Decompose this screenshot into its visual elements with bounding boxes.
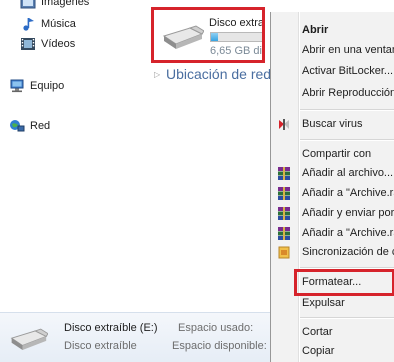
removable-drive-icon — [10, 328, 48, 350]
details-used-space-label: Espacio usado: — [178, 322, 254, 334]
nav-item-music[interactable]: Música — [20, 16, 76, 32]
nav-item-network[interactable]: Red — [9, 118, 50, 134]
expand-arrow-icon[interactable]: ▷ — [154, 70, 160, 79]
menu-item-share-with[interactable]: Compartir con — [271, 145, 394, 165]
antivirus-icon — [279, 119, 289, 130]
menu-separator — [300, 139, 394, 141]
winrar-icon — [278, 187, 290, 200]
nav-item-pictures[interactable]: Imágenes — [20, 0, 89, 10]
menu-item-label: Sincronización de carpetas compartidas — [302, 246, 394, 258]
menu-item-label: Cortar — [302, 326, 333, 338]
network-icon — [10, 120, 25, 132]
nav-item-label: Equipo — [30, 80, 65, 92]
menu-item-open[interactable]: Abrir — [271, 21, 394, 41]
nav-item-label: Imágenes — [41, 0, 90, 8]
pictures-icon — [20, 0, 36, 9]
computer-icon — [10, 79, 24, 93]
menu-item-label: Añadir al archivo... — [302, 167, 394, 179]
menu-item-label: Abrir en una ventana nueva — [302, 44, 394, 56]
nav-item-label: Música — [41, 18, 76, 30]
menu-item-add-rar-and-email[interactable]: Añadir a "Archive.rar" y enviar por emai… — [271, 224, 394, 244]
format-highlight-box — [294, 269, 394, 296]
drive-usage-fill — [211, 33, 218, 41]
menu-item-label: Añadir y enviar por email... — [302, 207, 394, 219]
menu-item-label: Abrir — [302, 24, 329, 36]
menu-item-label: Añadir a "Archive.rar" — [302, 187, 394, 199]
drive-usage-bar — [210, 32, 262, 42]
menu-item-cut[interactable]: Cortar — [271, 323, 394, 343]
menu-item-add-to-archive-rar[interactable]: Añadir a "Archive.rar" — [271, 184, 394, 204]
menu-item-scan-virus[interactable]: Buscar virus — [271, 115, 394, 135]
section-heading-network-location: Ubicación de red — [166, 66, 272, 82]
drive-free-space: 6,65 GB disponibles — [210, 45, 262, 57]
menu-item-label: Compartir con — [302, 148, 372, 160]
music-icon — [23, 18, 34, 31]
details-pane: Disco extraíble (E:) Disco extraíble Esp… — [0, 312, 270, 362]
nav-item-computer[interactable]: Equipo — [9, 78, 64, 94]
menu-item-label: Añadir a "Archive.rar" y enviar por emai… — [302, 227, 394, 239]
details-free-space-label: Espacio disponible: — [172, 340, 267, 352]
menu-separator — [300, 109, 394, 111]
drive-name: Disco extraíble (E:) — [209, 17, 265, 29]
videos-icon — [21, 38, 35, 50]
details-drive-name: Disco extraíble (E:) — [64, 322, 158, 334]
nav-item-label: Vídeos — [41, 38, 76, 50]
menu-item-copy[interactable]: Copiar — [271, 342, 394, 362]
menu-item-label: Abrir Reproducción automática... — [302, 87, 394, 99]
removable-drive-icon — [162, 25, 204, 49]
menu-item-eject[interactable]: Expulsar — [271, 294, 394, 314]
menu-item-add-to-archive[interactable]: Añadir al archivo... — [271, 164, 394, 184]
menu-item-label: Copiar — [302, 345, 335, 357]
menu-item-open-new-window[interactable]: Abrir en una ventana nueva — [271, 41, 394, 61]
winrar-icon — [278, 227, 290, 240]
menu-item-sync-shared-folders[interactable]: Sincronización de carpetas compartidas — [271, 243, 394, 263]
nav-item-videos[interactable]: Vídeos — [20, 36, 75, 52]
winrar-icon — [278, 207, 290, 220]
menu-item-autoplay[interactable]: Abrir Reproducción automática... — [271, 84, 394, 104]
menu-separator — [300, 317, 394, 319]
winrar-icon — [278, 167, 290, 180]
details-drive-type: Disco extraíble — [64, 340, 137, 352]
menu-item-label: Buscar virus — [302, 118, 363, 130]
nav-item-label: Red — [30, 120, 51, 132]
removable-drive-tile[interactable]: Disco extraíble (E:) 6,65 GB disponibles — [151, 7, 265, 63]
menu-item-label: Activar BitLocker... — [302, 65, 394, 77]
navigation-pane: Imágenes Música Vídeos Equipo Red — [0, 0, 148, 312]
menu-item-bitlocker[interactable]: Activar BitLocker... — [271, 62, 394, 82]
context-menu: Abrir Abrir en una ventana nueva Activar… — [270, 12, 394, 362]
menu-item-label: Expulsar — [302, 297, 345, 309]
sync-icon — [278, 246, 290, 259]
menu-item-add-and-email[interactable]: Añadir y enviar por email... — [271, 204, 394, 224]
